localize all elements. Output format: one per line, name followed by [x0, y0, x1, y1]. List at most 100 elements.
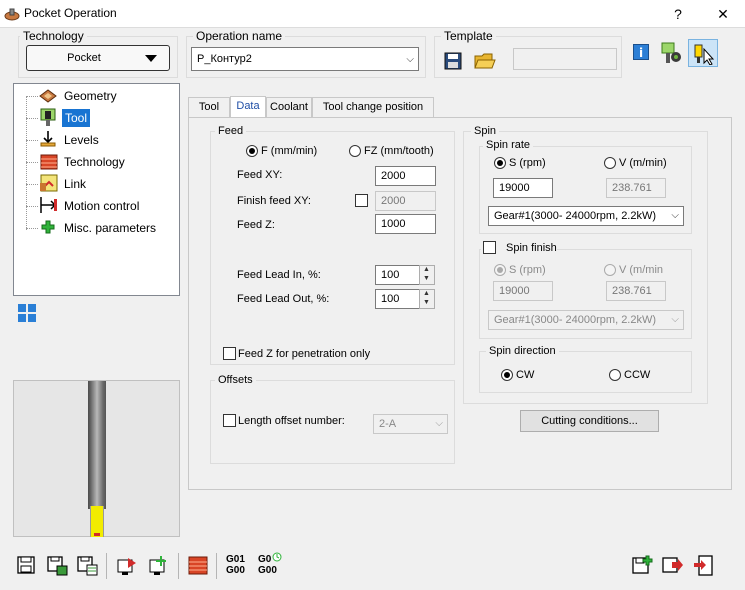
toolbar-separator: [216, 553, 217, 579]
chevron-down-icon: ⌵: [435, 418, 443, 429]
spin-s-input[interactable]: 19000: [493, 178, 553, 198]
motion-control-icon: [40, 197, 57, 213]
length-offset-checkbox[interactable]: [223, 414, 236, 427]
chevron-down-icon: ⌵: [671, 210, 679, 221]
template-label: Template: [441, 29, 496, 43]
tree-connector: [26, 162, 38, 163]
save-add-icon[interactable]: [631, 554, 653, 576]
tree-item-link[interactable]: Link: [64, 175, 86, 193]
tree-item-geometry[interactable]: Geometry: [64, 87, 117, 105]
spin-finish-v-input[interactable]: 238.761: [606, 281, 666, 301]
spin-finish-checkbox[interactable]: [483, 241, 496, 254]
spin-v-radio[interactable]: [604, 157, 616, 169]
tree-item-misc-parameters[interactable]: Misc. parameters: [64, 219, 156, 237]
stepper-up-icon[interactable]: ▲: [423, 290, 430, 297]
exit-icon[interactable]: [693, 554, 715, 576]
finish-feed-xy-input[interactable]: 2000: [375, 191, 436, 211]
save-exit-icon[interactable]: [661, 554, 683, 576]
svg-text:i: i: [639, 46, 643, 60]
spin-finish-title: Spin finish: [506, 242, 557, 254]
feed-mode-fz-radio[interactable]: [349, 145, 361, 157]
feed-lead-out-stepper[interactable]: ▲ ▼: [419, 289, 435, 309]
save-as-icon[interactable]: [46, 554, 68, 576]
spin-finish-s-radio[interactable]: [494, 264, 506, 276]
penetration-only-checkbox[interactable]: [223, 347, 236, 360]
import-icon[interactable]: [148, 554, 170, 576]
tree-item-levels[interactable]: Levels: [64, 131, 99, 149]
tab-tool[interactable]: Tool: [188, 97, 230, 117]
offsets-title: Offsets: [215, 374, 256, 386]
tool-holder-image: [91, 381, 103, 509]
technology-dropdown[interactable]: Pocket: [26, 45, 170, 71]
spin-ccw-radio[interactable]: [609, 369, 621, 381]
feed-lead-out-label: Feed Lead Out, %:: [237, 293, 330, 305]
cutting-conditions-button[interactable]: Cutting conditions...: [520, 410, 659, 432]
tree-item-motion-control[interactable]: Motion control: [64, 197, 139, 215]
finish-feed-xy-checkbox[interactable]: [355, 194, 368, 207]
operation-name-input[interactable]: P_Контур2 ⌵: [191, 47, 419, 71]
technology-label: Technology: [20, 29, 87, 43]
g01-g00-button[interactable]: G01 G00: [226, 554, 245, 576]
chevron-down-icon[interactable]: ⌵: [406, 53, 414, 67]
feed-lead-in-input[interactable]: 100: [375, 265, 420, 285]
grid-view-icon[interactable]: [17, 303, 37, 323]
length-offset-dropdown[interactable]: 2-A ⌵: [373, 414, 448, 434]
technology-stack-icon[interactable]: [187, 554, 209, 576]
tool-point-marker: [94, 533, 100, 536]
spin-cw-label: CW: [516, 369, 535, 381]
spin-finish-s-input[interactable]: 19000: [493, 281, 553, 301]
link-icon: [40, 174, 58, 192]
chevron-down-icon: [145, 55, 157, 62]
template-name-field[interactable]: [513, 48, 617, 70]
open-template-icon[interactable]: [474, 50, 496, 70]
spin-rate-title: Spin rate: [483, 139, 534, 151]
window-title: Pocket Operation: [24, 6, 117, 20]
feed-z-label: Feed Z:: [237, 219, 275, 231]
stepper-down-icon[interactable]: ▼: [423, 299, 430, 306]
plus-icon: [41, 220, 55, 234]
parameter-tree: Geometry Tool Levels Technology Link Mot…: [13, 83, 180, 296]
tree-item-technology[interactable]: Technology: [64, 153, 125, 171]
tab-data[interactable]: Data: [230, 96, 266, 117]
g0-label: G0: [258, 554, 272, 565]
tab-coolant[interactable]: Coolant: [266, 97, 312, 117]
save-icon[interactable]: [16, 554, 38, 576]
spin-gear-dropdown[interactable]: Gear#1(3000- 24000rpm, 2.2kW) ⌵: [488, 206, 684, 226]
stepper-up-icon[interactable]: ▲: [423, 266, 430, 273]
tree-connector: [26, 96, 38, 97]
spin-v-input[interactable]: 238.761: [606, 178, 666, 198]
feed-lead-in-stepper[interactable]: ▲ ▼: [419, 265, 435, 285]
spin-cw-radio[interactable]: [501, 369, 513, 381]
info-icon[interactable]: i: [633, 44, 649, 60]
title-bar: Pocket Operation ? ✕: [0, 0, 745, 28]
save-template-list-icon[interactable]: [76, 554, 98, 576]
spin-finish-gear-dropdown[interactable]: Gear#1(3000- 24000rpm, 2.2kW) ⌵: [488, 310, 684, 330]
spin-finish-v-radio[interactable]: [604, 264, 616, 276]
stepper-down-icon[interactable]: ▼: [423, 275, 430, 282]
feed-xy-label: Feed XY:: [237, 169, 283, 181]
export-icon[interactable]: [116, 554, 138, 576]
spin-s-radio[interactable]: [494, 157, 506, 169]
tree-connector: [26, 184, 38, 185]
length-offset-label: Length offset number:: [238, 415, 345, 427]
tab-tool-change-position[interactable]: Tool change position: [312, 97, 434, 117]
tree-connector: [26, 96, 27, 230]
feed-title: Feed: [215, 125, 247, 137]
tool-view-icon[interactable]: [660, 41, 684, 65]
tree-connector: [26, 228, 38, 229]
tree-connector: [26, 140, 38, 141]
tree-item-tool[interactable]: Tool: [62, 109, 91, 127]
feed-mode-f-radio[interactable]: [246, 145, 258, 157]
spin-finish-s-label: S (rpm): [509, 264, 546, 276]
help-button[interactable]: ?: [663, 4, 693, 24]
chevron-down-icon: ⌵: [671, 314, 679, 325]
feed-xy-input[interactable]: 2000: [375, 166, 436, 186]
g0-g00-button[interactable]: G0 G00: [258, 552, 282, 576]
tool-select-button[interactable]: [688, 39, 718, 67]
feed-z-input[interactable]: 1000: [375, 214, 436, 234]
spin-title: Spin: [471, 125, 500, 137]
clock-icon: [272, 552, 282, 562]
close-button[interactable]: ✕: [708, 4, 738, 24]
save-template-icon[interactable]: [444, 52, 462, 70]
feed-lead-out-input[interactable]: 100: [375, 289, 420, 309]
